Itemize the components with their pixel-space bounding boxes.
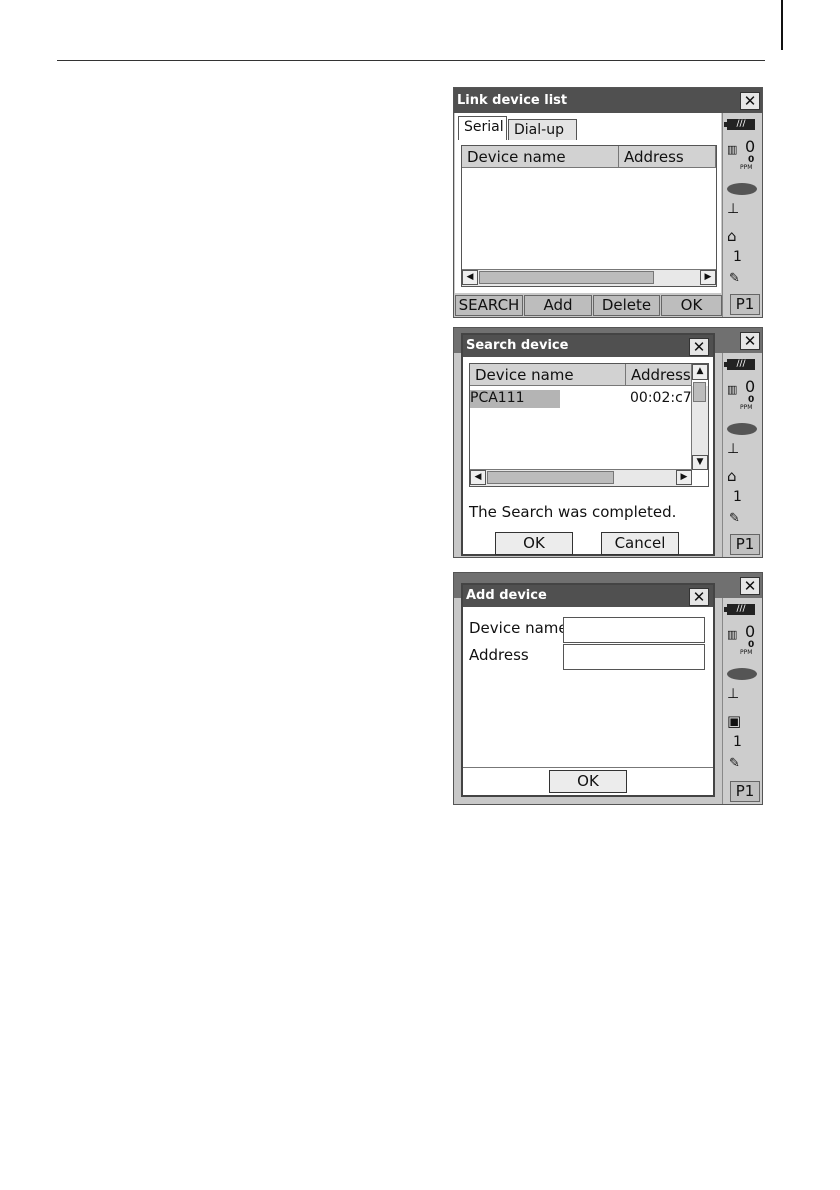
header-rule [57,60,765,61]
close-icon[interactable]: ✕ [689,338,709,356]
dialog-title: Search device [463,335,713,357]
column-device-name[interactable]: Device name [462,146,619,168]
page-button[interactable]: P1 [730,534,760,555]
horizontal-scrollbar[interactable]: ◀ ▶ [462,269,716,286]
list-item-address[interactable]: 00:02:c7 [630,390,692,406]
device-name-input[interactable] [563,617,705,643]
prism-icon: ▥ [727,143,738,156]
address-input[interactable] [563,644,705,670]
ppm-unit: PPM [740,649,753,656]
vertical-scrollbar[interactable]: ▲ ▼ [691,364,708,470]
link-device-list-screen: Link device list ✕ Serial Dial-up Device… [453,87,763,318]
status-sidebar: /// ▥ 0 0 PPM ⊥ ⌂ 1 ✎ [722,113,762,317]
dialog-divider [463,767,713,768]
status-sidebar: /// ▥ 0 0 PPM ⊥ ⌂ 1 ✎ [722,353,762,557]
page-number: 1 [733,734,742,750]
list-item-name[interactable]: PCA111 [470,390,560,408]
vertical-scroll-thumb[interactable] [693,382,706,402]
scroll-left-icon[interactable]: ◀ [470,470,486,485]
input-mode-icon: ✎ [729,271,740,286]
ppm-unit: PPM [740,404,753,411]
ok-button[interactable]: OK [549,770,627,793]
close-icon[interactable]: ✕ [740,577,760,595]
page-number: 1 [733,249,742,265]
status-sidebar: /// ▥ 0 0 PPM ⊥ ▣ 1 ✎ [722,598,762,804]
close-icon[interactable]: ✕ [689,588,709,606]
scroll-thumb[interactable] [487,471,614,484]
device-icon: ⌂ [727,467,737,485]
ok-button[interactable]: OK [661,295,722,316]
status-message: The Search was completed. [469,503,677,521]
scroll-thumb[interactable] [479,271,654,284]
battery-icon: /// [724,359,755,370]
close-icon[interactable]: ✕ [740,92,760,110]
input-mode-icon: ✎ [729,756,740,771]
close-icon[interactable]: ✕ [740,332,760,350]
page-number: 1 [733,489,742,505]
scroll-right-icon[interactable]: ▶ [700,270,716,285]
prism-constant: 0 [745,377,756,396]
prism-icon: ▥ [727,628,738,641]
horizontal-scrollbar[interactable]: ◀ ▶ [470,469,692,486]
search-button[interactable]: SEARCH [455,295,523,316]
device-list[interactable]: Device name Address ◀ ▶ [461,145,717,287]
cancel-button[interactable]: Cancel [601,532,679,555]
laser-icon [727,183,757,195]
scroll-right-icon[interactable]: ▶ [676,470,692,485]
page-button[interactable]: P1 [730,781,760,802]
device-name-label: Device name [469,619,568,637]
prism-constant: 0 [745,137,756,156]
crop-mark [781,0,783,50]
add-device-screen: ✕ /// ▥ 0 0 PPM ⊥ ▣ 1 ✎ P1 Add device ✕ … [453,572,763,805]
scroll-left-icon[interactable]: ◀ [462,270,478,285]
device-icon: ⌂ [727,227,737,245]
add-button[interactable]: Add [524,295,592,316]
prism-constant: 0 [745,622,756,641]
page-button[interactable]: P1 [730,294,760,315]
tilt-icon: ⊥ [727,441,740,457]
search-device-screen: ✕ /// ▥ 0 0 PPM ⊥ ⌂ 1 ✎ P1 Search device… [453,327,763,558]
column-device-name[interactable]: Device name [470,364,626,386]
tilt-icon: ⊥ [727,201,740,217]
tab-serial[interactable]: Serial [458,116,507,140]
add-device-dialog: Add device ✕ Device name Address OK [461,583,715,797]
softkey-bar: SEARCH Add Delete OK [454,293,722,317]
scroll-down-icon[interactable]: ▼ [692,455,708,470]
content-panel: Serial Dial-up Device name Address ◀ ▶ [455,113,721,294]
address-label: Address [469,646,529,664]
delete-button[interactable]: Delete [593,295,660,316]
input-mode-icon: ✎ [729,511,740,526]
tilt-icon: ⊥ [727,686,740,702]
laser-icon [727,668,757,680]
tab-dial-up[interactable]: Dial-up [508,119,577,140]
prism-icon: ▥ [727,383,738,396]
search-result-list[interactable]: Device name Address PCA111 00:02:c7 ▲ ▼ … [469,363,709,487]
battery-icon: /// [724,119,755,130]
column-address[interactable]: Address [626,364,692,386]
scroll-up-icon[interactable]: ▲ [692,364,708,380]
window-title: Link device list [454,88,762,113]
laser-icon [727,423,757,435]
ok-button[interactable]: OK [495,532,573,555]
dialog-title: Add device [463,585,713,607]
search-device-dialog: Search device ✕ Device name Address PCA1… [461,333,715,556]
ppm-unit: PPM [740,164,753,171]
battery-icon: /// [724,604,755,615]
column-address[interactable]: Address [619,146,716,168]
device-icon: ▣ [727,712,742,730]
